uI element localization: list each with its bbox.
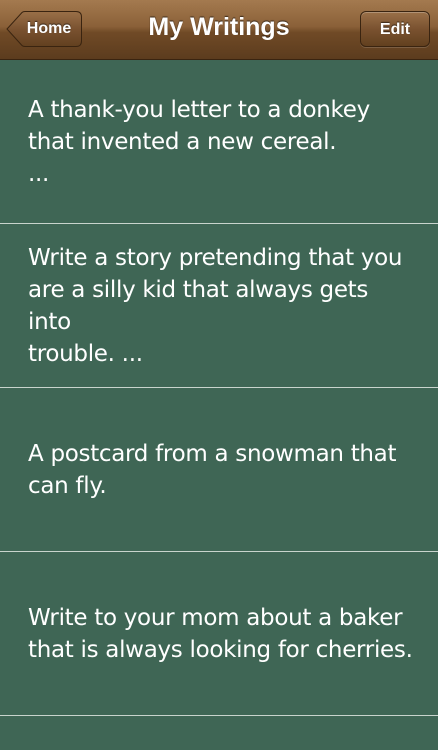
writing-prompt-text: Write to your mom about a baker that is … — [28, 604, 413, 663]
list-item[interactable]: Write a story pretending that you are a … — [0, 224, 438, 388]
list-item[interactable]: A postcard from a snowman that can fly. — [0, 388, 438, 552]
list-item[interactable]: Write to your mom about a baker that is … — [0, 552, 438, 716]
writing-prompt-text: A thank-you letter to a donkey that inve… — [28, 96, 370, 187]
writings-list: A thank-you letter to a donkey that inve… — [0, 60, 438, 716]
writing-prompt-text: Write a story pretending that you are a … — [28, 244, 403, 367]
edit-button[interactable]: Edit — [360, 11, 430, 47]
navigation-bar: Home My Writings Edit — [0, 0, 438, 60]
list-item[interactable]: A thank-you letter to a donkey that inve… — [0, 60, 438, 224]
writing-prompt-text: A postcard from a snowman that can fly. — [28, 440, 397, 499]
